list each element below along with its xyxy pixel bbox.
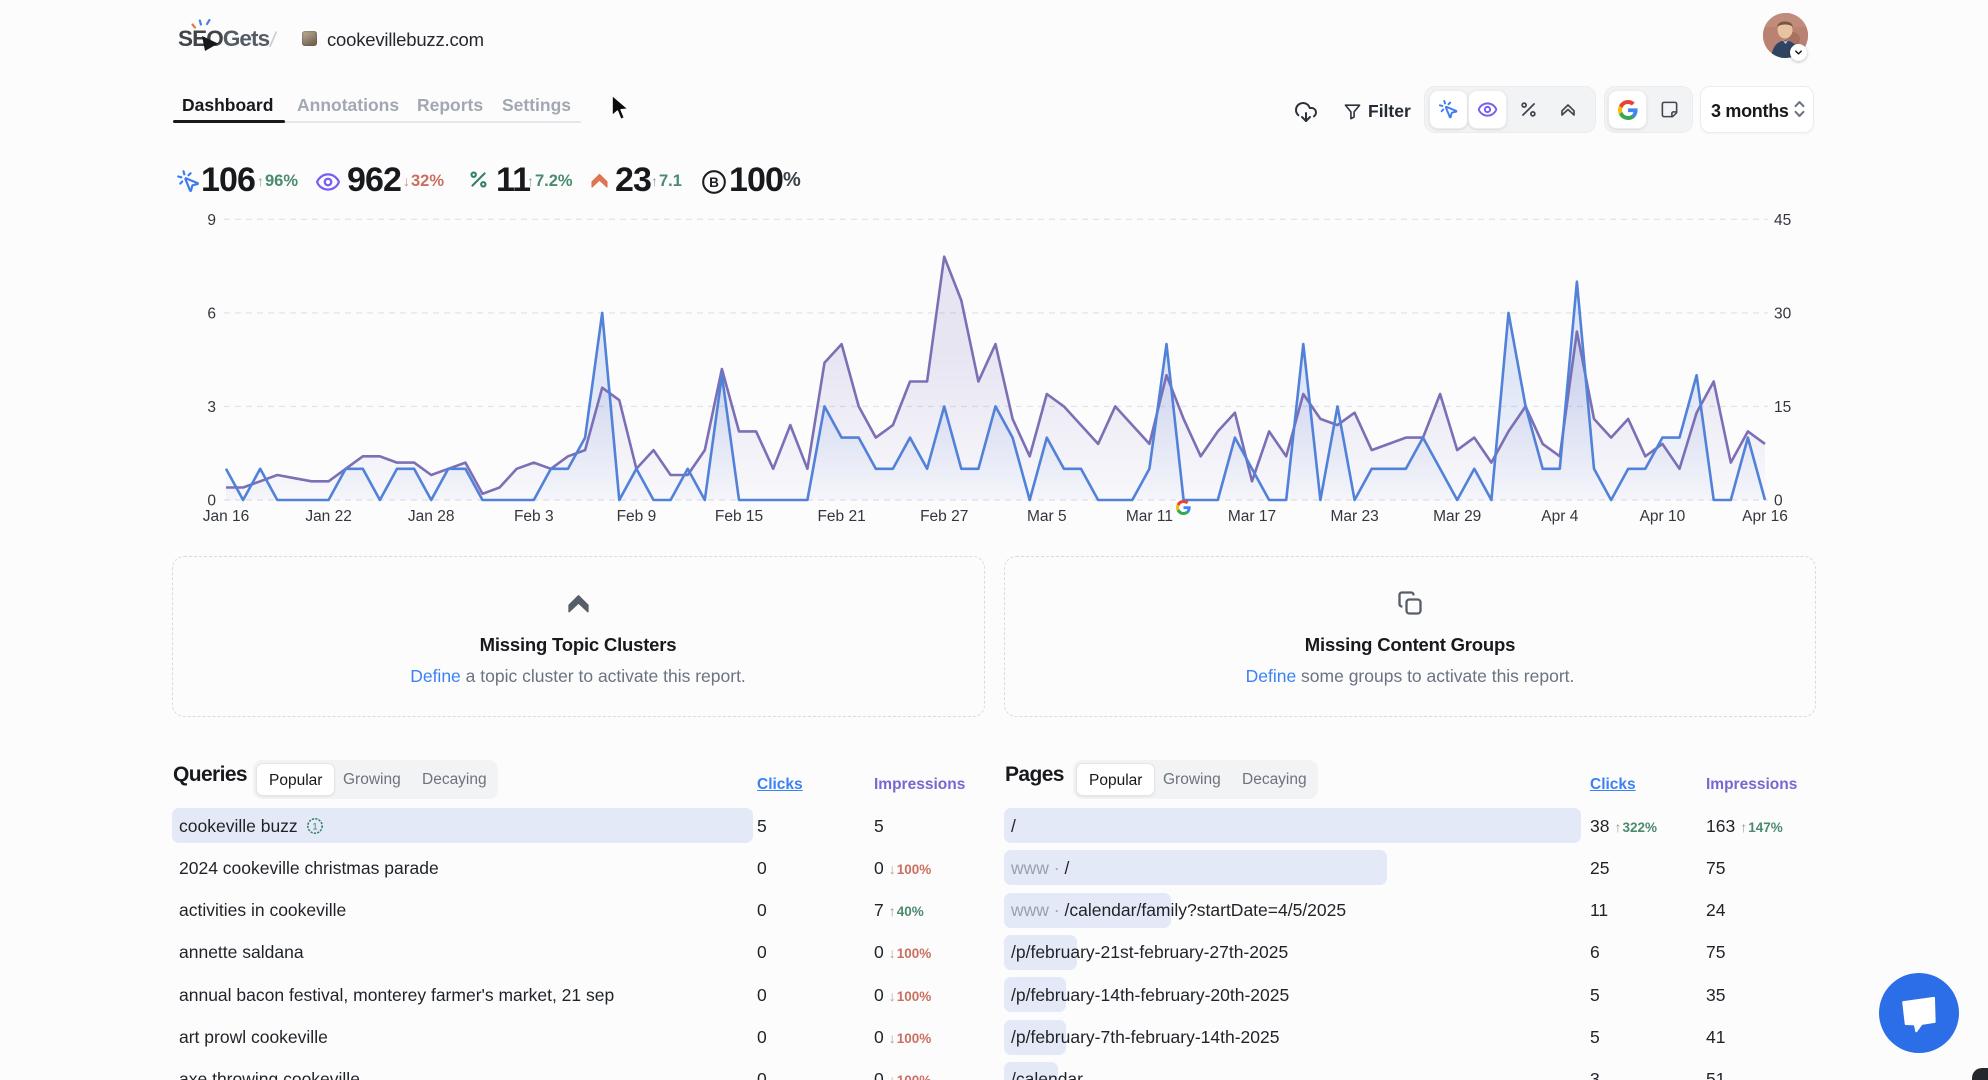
svg-text:0: 0: [1774, 493, 1783, 510]
svg-text:Jan 22: Jan 22: [305, 508, 352, 525]
svg-text:Mar 23: Mar 23: [1330, 508, 1378, 525]
svg-text:0: 0: [207, 493, 216, 510]
svg-text:Apr 4: Apr 4: [1541, 508, 1578, 525]
svg-text:Feb 3: Feb 3: [514, 508, 554, 525]
svg-text:45: 45: [1774, 212, 1791, 229]
svg-text:Feb 21: Feb 21: [817, 508, 865, 525]
svg-text:Jan 16: Jan 16: [203, 508, 250, 525]
svg-text:Mar 11: Mar 11: [1126, 508, 1173, 525]
svg-text:1: 1: [312, 821, 317, 832]
svg-text:Jan 28: Jan 28: [408, 508, 455, 525]
svg-text:3: 3: [207, 399, 216, 416]
svg-text:Mar 5: Mar 5: [1027, 508, 1067, 525]
svg-text:Mar 17: Mar 17: [1228, 508, 1276, 525]
svg-text:30: 30: [1774, 305, 1792, 322]
svg-text:Apr 16: Apr 16: [1742, 508, 1788, 525]
svg-text:Mar 29: Mar 29: [1433, 508, 1481, 525]
svg-text:6: 6: [207, 305, 216, 322]
svg-text:Feb 9: Feb 9: [617, 508, 657, 525]
svg-text:15: 15: [1774, 399, 1791, 416]
svg-text:Apr 10: Apr 10: [1640, 508, 1686, 525]
svg-text:Feb 27: Feb 27: [920, 508, 968, 525]
svg-text:9: 9: [207, 212, 216, 229]
svg-text:Feb 15: Feb 15: [715, 508, 763, 525]
